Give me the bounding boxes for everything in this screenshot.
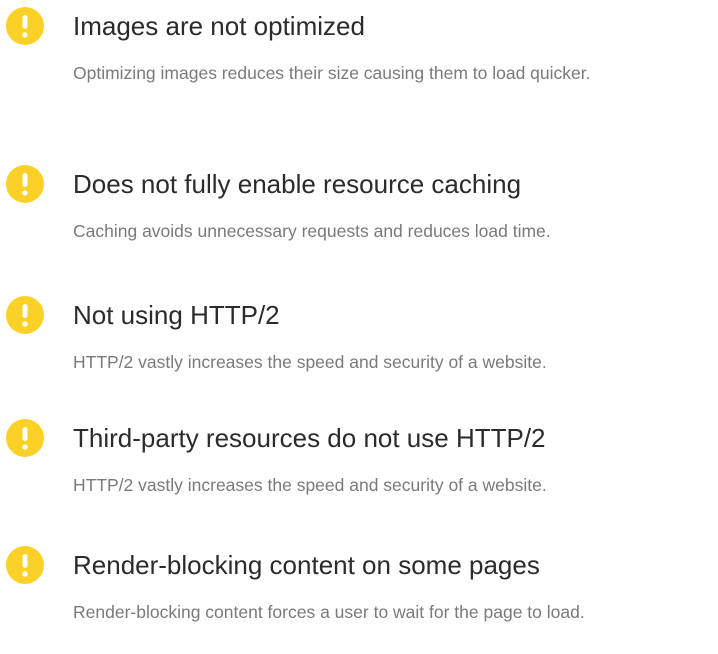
issue-title: Does not fully enable resource caching (73, 169, 522, 199)
issue-list: Images are not optimized Optimizing imag… (0, 0, 718, 654)
issue-description: Caching avoids unnecessary requests and … (73, 221, 551, 241)
issue-title: Not using HTTP/2 (73, 300, 280, 330)
issue-title: Render-blocking content on some pages (73, 550, 540, 580)
warning-icon (6, 419, 44, 457)
warning-icon (6, 296, 44, 334)
issue-description: HTTP/2 vastly increases the speed and se… (73, 475, 547, 495)
warning-icon (6, 165, 44, 203)
issue-description: HTTP/2 vastly increases the speed and se… (73, 352, 547, 372)
warning-icon (6, 7, 44, 45)
issue-title: Images are not optimized (73, 11, 365, 41)
issue-description: Render-blocking content forces a user to… (73, 602, 585, 622)
issue-title: Third-party resources do not use HTTP/2 (73, 423, 546, 453)
warning-icon (6, 546, 44, 584)
issue-description: Optimizing images reduces their size cau… (73, 63, 591, 83)
